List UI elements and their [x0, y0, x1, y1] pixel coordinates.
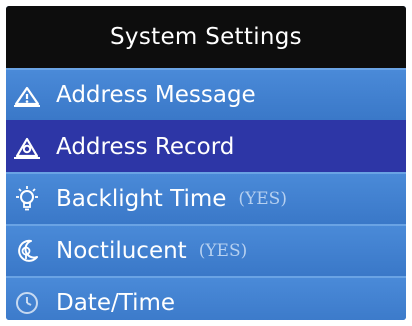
menu-item-label: Noctilucent [56, 238, 187, 264]
menu-item-backlight-time[interactable]: Backlight Time (YES) [6, 172, 406, 224]
menu-item-label: Address Message [56, 82, 256, 108]
clock-icon [12, 288, 42, 318]
menu-item-address-record[interactable]: Address Record [6, 120, 406, 172]
menu-item-label: Address Record [56, 134, 235, 160]
page-title: System Settings [6, 6, 406, 68]
settings-screen: System Settings Address Message Address … [6, 6, 406, 320]
status-value: (YES) [198, 241, 248, 261]
menu-item-label: Backlight Time [56, 186, 227, 212]
page-title-text: System Settings [110, 24, 302, 50]
status-value: (YES) [238, 189, 287, 209]
lightbulb-icon [12, 184, 42, 214]
menu-item-label: Date/Time [56, 290, 176, 316]
address-record-icon [12, 132, 42, 162]
noctilucent-icon [12, 236, 42, 266]
menu-item-noctilucent[interactable]: Noctilucent (YES) [6, 224, 406, 276]
settings-menu: Address Message Address Record Backlight… [6, 68, 406, 320]
menu-item-date-time[interactable]: Date/Time [6, 276, 406, 320]
menu-item-address-message[interactable]: Address Message [6, 68, 406, 120]
address-message-icon [12, 80, 42, 110]
